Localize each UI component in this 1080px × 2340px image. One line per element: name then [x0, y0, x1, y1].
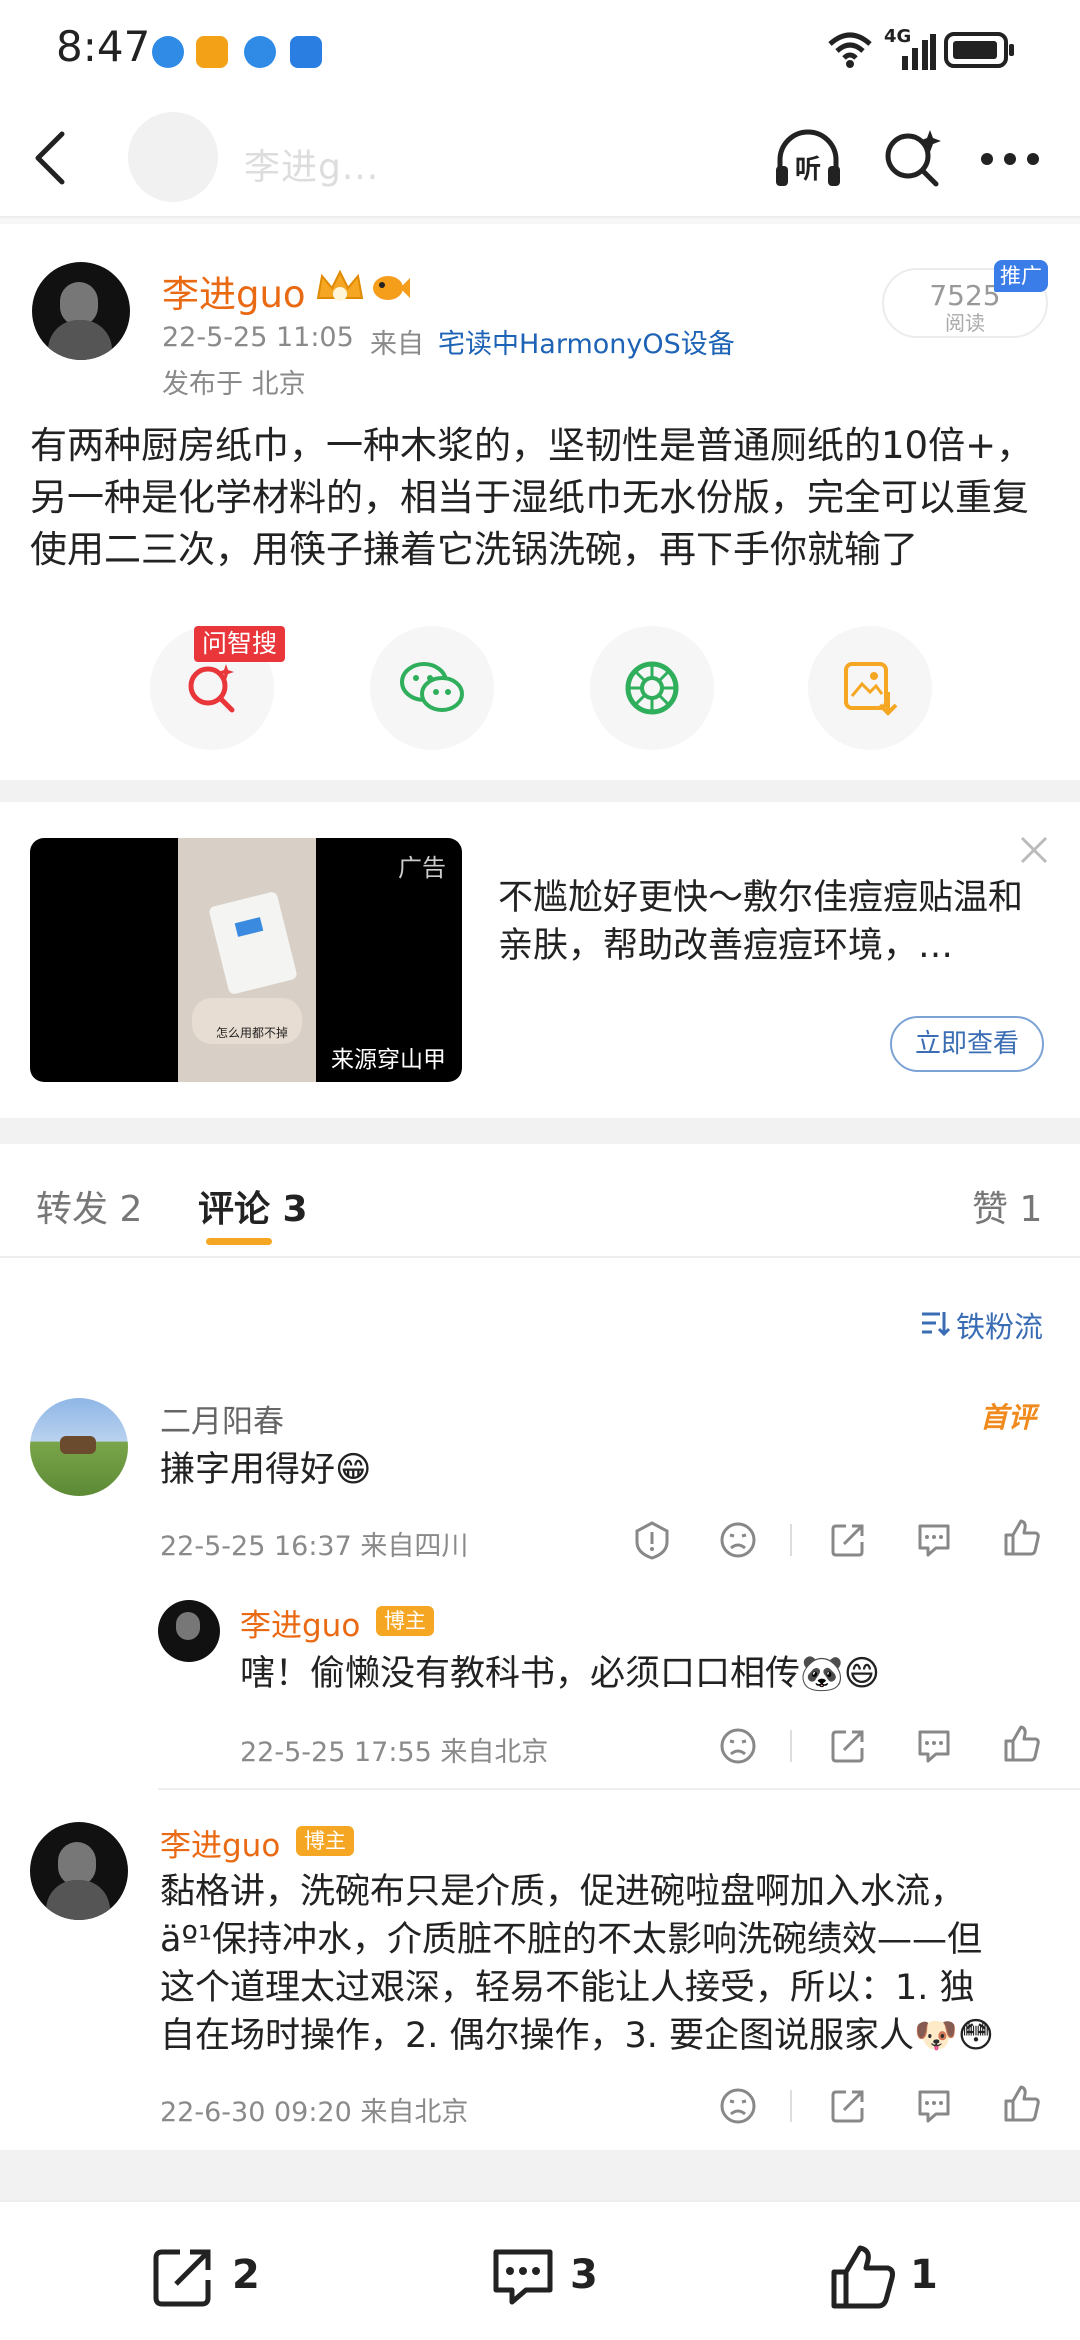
- reply-text: 嗐！偷懒没有教科书，必须口口相传🐼😄: [240, 1654, 881, 1694]
- ad-source: 来源穿山甲: [331, 1047, 446, 1073]
- forward-icon[interactable]: [828, 2086, 868, 2126]
- read-label: 阅读: [945, 311, 985, 335]
- divider: [0, 218, 1080, 224]
- post-location: 发布于 北京: [162, 369, 306, 400]
- post-source-link[interactable]: 宅读中HarmonyOS设备: [438, 322, 735, 361]
- blogger-badge: 博主: [296, 1826, 354, 1856]
- svg-text:听: 听: [795, 155, 821, 185]
- action-separator: [790, 1730, 792, 1762]
- bottom-action-bar: 2 3 1: [0, 2200, 1080, 2340]
- share-wechat-button[interactable]: [370, 626, 494, 750]
- divider: [0, 1256, 1080, 1258]
- action-separator: [790, 2090, 792, 2122]
- share-moments-button[interactable]: [590, 626, 714, 750]
- back-icon[interactable]: [30, 130, 70, 186]
- more-icon[interactable]: [980, 152, 1040, 166]
- author-name[interactable]: 李进guo: [162, 264, 306, 318]
- comment-icon[interactable]: [914, 1520, 954, 1560]
- like-icon[interactable]: [828, 2242, 898, 2312]
- first-comment-badge: 首评: [980, 1401, 1037, 1434]
- ad-caption: 怎么用都不掉: [216, 1026, 289, 1040]
- clock: 8:47: [56, 22, 151, 71]
- reply-avatar[interactable]: [158, 1600, 220, 1662]
- forward-icon[interactable]: [828, 1726, 868, 1766]
- save-image-icon: [844, 662, 898, 716]
- commenter-name[interactable]: 二月阳春: [160, 1396, 284, 1441]
- search-app-notification-icon: [290, 36, 322, 68]
- app-notification-icon: [152, 36, 184, 68]
- ad-view-now-button[interactable]: 立即查看: [890, 1016, 1044, 1072]
- comment-icon[interactable]: [914, 1726, 954, 1766]
- listen-icon[interactable]: 听: [772, 128, 844, 192]
- dislike-face-icon[interactable]: [718, 1726, 758, 1766]
- faded-avatar: [128, 112, 218, 202]
- fish-badge-icon: [373, 276, 410, 300]
- wifi-icon: [828, 32, 872, 68]
- commenter-avatar[interactable]: [30, 1822, 128, 1920]
- ad-text[interactable]: 不尴尬好更快～敷尔佳痘痘贴温和亲肤，帮助改善痘痘环境，…: [498, 874, 1038, 970]
- comment-text: 搛字用得好😁: [160, 1450, 372, 1490]
- battery-icon: [944, 32, 1014, 68]
- title-bar: 李进g... 听: [0, 100, 1080, 218]
- source-prefix: 来自: [370, 329, 424, 360]
- divider: [158, 1788, 1080, 1790]
- save-image-button[interactable]: [808, 626, 932, 750]
- comment-icon[interactable]: [490, 2244, 556, 2310]
- app-notification-icon: [244, 36, 276, 68]
- like-icon[interactable]: [1002, 1518, 1042, 1558]
- sort-toggle[interactable]: 铁粉流: [956, 1304, 1043, 1346]
- dislike-face-icon[interactable]: [718, 2086, 758, 2126]
- comment-icon[interactable]: [914, 2086, 954, 2126]
- tab-forward[interactable]: 转发 2: [36, 1180, 142, 1232]
- post-time: 22-5-25 11:05: [162, 322, 354, 353]
- like-count[interactable]: 1: [910, 2252, 938, 2298]
- sort-icon: [922, 1312, 950, 1337]
- smart-search-icon: [188, 664, 235, 713]
- forward-icon[interactable]: [150, 2244, 216, 2310]
- like-icon[interactable]: [1002, 2084, 1042, 2124]
- reply-meta: 22-5-25 17:55 来自北京: [240, 1737, 549, 1768]
- weibo-notification-icon: [196, 36, 228, 68]
- status-bar: 8:47 4G: [0, 0, 1080, 100]
- search-spark-icon[interactable]: [880, 126, 946, 192]
- comment-meta: 22-5-25 16:37 来自四川: [160, 1531, 469, 1562]
- close-ad-icon[interactable]: [1018, 834, 1050, 866]
- smart-search-badge: 问智搜: [194, 626, 286, 662]
- blogger-badge: 博主: [376, 1606, 434, 1636]
- section-divider: [0, 780, 1080, 802]
- forward-count[interactable]: 2: [232, 2252, 260, 2298]
- section-divider: [0, 2150, 1080, 2200]
- title-account-name: 李进g...: [244, 147, 380, 188]
- comment-text: 黏格讲，洗碗布只是介质，促进碗啦盘啊加入水流， äº¹保持冲水，介质脏不脏的不太…: [160, 1872, 995, 2056]
- ad-video-thumbnail[interactable]: 怎么用都不掉 广告 来源穿山甲: [30, 838, 462, 1082]
- vip-crown-icon: [316, 269, 364, 301]
- post-text: 有两种厨房纸巾，一种木浆的，坚韧性是普通厕纸的10倍+，另一种是化学材料的，相当…: [30, 424, 1034, 571]
- moments-icon: [625, 661, 679, 715]
- like-icon[interactable]: [1002, 1724, 1042, 1764]
- signal-icon: [902, 34, 936, 70]
- wechat-icon: [400, 662, 464, 712]
- commenter-avatar[interactable]: [30, 1398, 128, 1496]
- forward-icon[interactable]: [828, 1520, 868, 1560]
- comment-meta: 22-6-30 09:20 来自北京: [160, 2097, 469, 2128]
- promo-badge: 推广: [994, 260, 1048, 292]
- author-avatar[interactable]: [32, 262, 130, 360]
- action-separator: [790, 1524, 792, 1556]
- comment-count[interactable]: 3: [570, 2252, 598, 2298]
- commenter-name[interactable]: 李进guo: [160, 1820, 280, 1865]
- tab-underline: [206, 1238, 272, 1245]
- section-divider: [0, 1118, 1080, 1144]
- ad-product-image: 怎么用都不掉: [178, 838, 316, 1082]
- report-icon[interactable]: [632, 1520, 672, 1560]
- tab-likes[interactable]: 赞 1: [972, 1180, 1042, 1232]
- reply-author[interactable]: 李进guo: [240, 1600, 360, 1645]
- tab-comments[interactable]: 评论 3: [198, 1180, 308, 1232]
- ad-tag: 广告: [398, 854, 446, 882]
- dislike-face-icon[interactable]: [718, 1520, 758, 1560]
